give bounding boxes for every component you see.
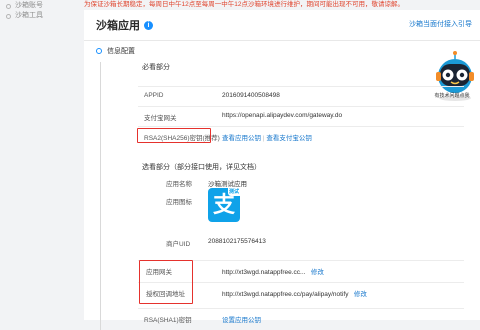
sidebar-item-sandbox-tools[interactable]: 沙箱工具 bbox=[6, 10, 43, 22]
gateway-url-row: 支付宝网关 https://openapi.alipaydev.com/gate… bbox=[138, 106, 464, 125]
merchant-uid-label: 商户UID bbox=[166, 241, 191, 248]
link-separator: | bbox=[262, 135, 265, 142]
timeline-node-icon bbox=[96, 48, 102, 54]
set-app-public-key-link[interactable]: 设置应用公钥 bbox=[222, 317, 261, 324]
view-app-public-key-link[interactable]: 查看应用公钥 bbox=[222, 135, 261, 142]
rsa1-key-label: RSA(SHA1)密钥 bbox=[144, 317, 192, 324]
view-alipay-public-key-link[interactable]: 查看支付宝公钥 bbox=[266, 135, 312, 142]
highlight-box-gateway-callback bbox=[139, 260, 193, 304]
sandbox-guide-link[interactable]: 沙箱当面付接入引导 bbox=[409, 19, 472, 29]
app-gateway-url: http://xt3wgd.natappfree.cc... bbox=[222, 269, 306, 276]
auth-callback-url: http://xt3wgd.natappfree.cc/pay/alipay/n… bbox=[222, 291, 349, 298]
rsa2-key-actions: 查看应用公钥 | 查看支付宝公钥 bbox=[222, 132, 312, 142]
appid-row: APPID 2016091400508498 bbox=[138, 86, 464, 105]
test-badge: 测试 bbox=[228, 187, 241, 196]
rsa1-key-row: RSA(SHA1)密钥 设置应用公钥 bbox=[138, 308, 464, 327]
appid-label: APPID bbox=[144, 92, 164, 99]
page-title: 沙箱应用 i bbox=[96, 17, 153, 33]
page-title-text: 沙箱应用 bbox=[96, 20, 140, 32]
circle-icon bbox=[6, 3, 11, 9]
timeline-line bbox=[100, 62, 101, 330]
app-icon-label: 应用图标 bbox=[166, 199, 192, 206]
circle-icon bbox=[6, 13, 11, 19]
header-divider bbox=[84, 40, 480, 41]
maintenance-notice: 为保证沙箱长期稳定，每周日中午12点至每周一中午12点沙箱环境进行维护，期间可能… bbox=[84, 1, 404, 8]
info-icon[interactable]: i bbox=[144, 20, 153, 30]
rsa1-key-actions: 设置应用公钥 bbox=[222, 314, 261, 324]
sidebar: 沙箱账号 沙箱工具 bbox=[0, 0, 80, 320]
edit-app-gateway-link[interactable]: 修改 bbox=[311, 269, 324, 276]
test-badge-text: 测试 bbox=[229, 189, 240, 195]
alipay-gateway-value: https://openapi.alipaydev.com/gateway.do bbox=[222, 112, 343, 119]
sidebar-item-label: 沙箱工具 bbox=[15, 12, 43, 19]
merchant-uid-value: 2088102175576413 bbox=[208, 238, 266, 245]
auth-callback-value: http://xt3wgd.natappfree.cc/pay/alipay/n… bbox=[222, 288, 367, 298]
alipay-gateway-label: 支付宝网关 bbox=[144, 115, 177, 122]
highlight-box-rsa2 bbox=[137, 128, 211, 143]
main-panel: 沙箱应用 i 沙箱当面付接入引导 信息配置 有技术问题点我 必看部分 APPID… bbox=[84, 10, 480, 330]
edit-auth-callback-link[interactable]: 修改 bbox=[354, 291, 367, 298]
optional-group-title: 选看部分（部分接口使用，详见文档） bbox=[142, 164, 261, 171]
section-title: 信息配置 bbox=[107, 48, 135, 55]
alipay-app-icon: 支 测试 bbox=[208, 187, 241, 222]
appid-value: 2016091400508498 bbox=[222, 92, 280, 99]
required-group-title: 必看部分 bbox=[142, 64, 170, 71]
info-config-section-header: 信息配置 bbox=[96, 46, 135, 56]
app-name-label: 应用名称 bbox=[166, 181, 192, 188]
app-gateway-value: http://xt3wgd.natappfree.cc... 修改 bbox=[222, 266, 324, 276]
